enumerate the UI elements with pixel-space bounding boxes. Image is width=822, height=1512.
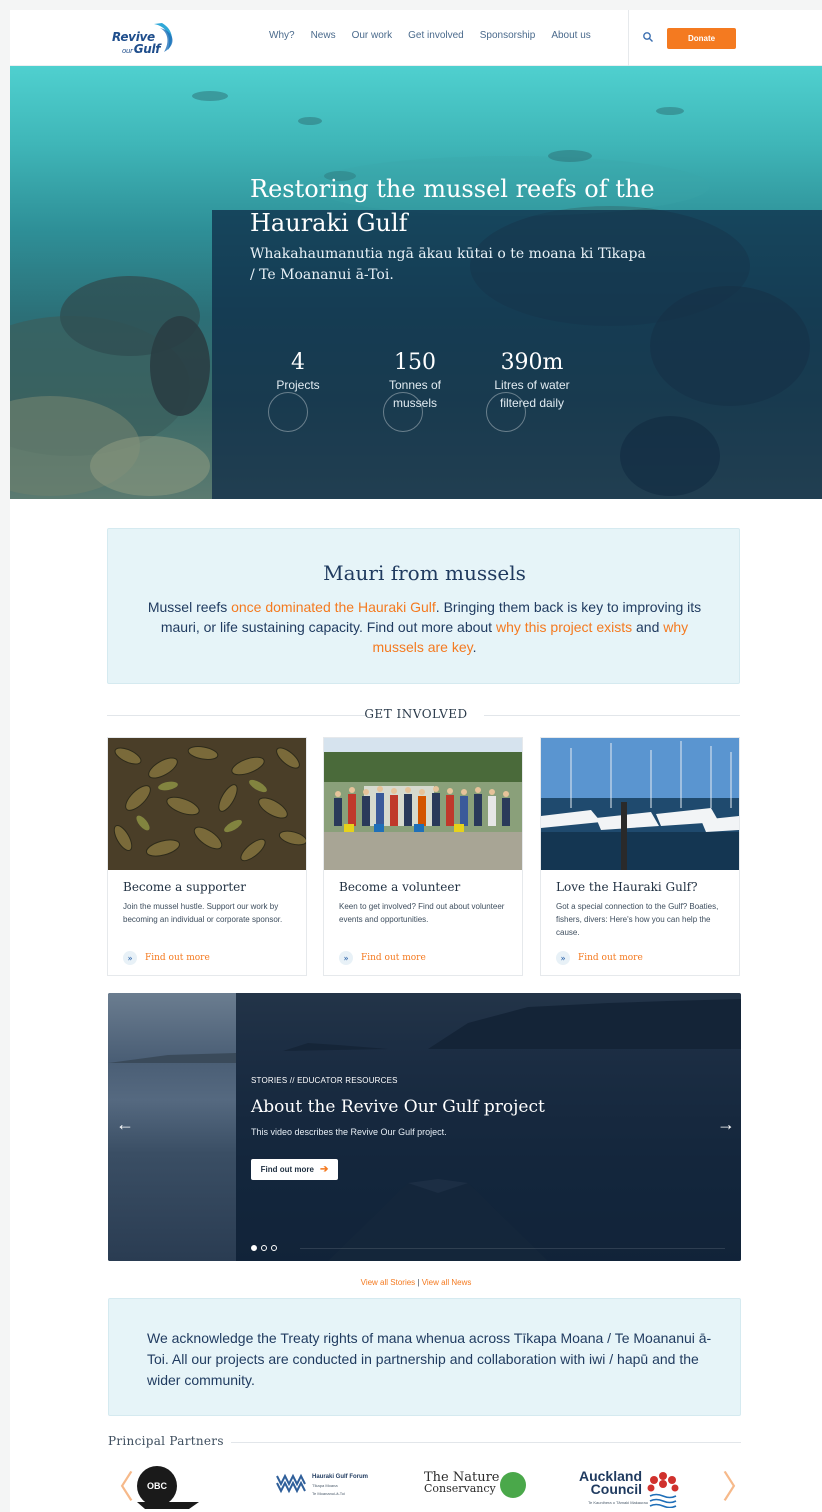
site-header: Revive ourGulf Why? News Our work Get in… [10,10,822,66]
card-love-gulf-title: Love the Hauraki Gulf? [556,880,698,894]
stat-tonnes-label: Tonnes of mussels [388,378,442,410]
link-once-dominated[interactable]: once dominated the Hauraki Gulf [231,599,436,615]
pohutukawa-icon [647,1472,679,1508]
nav-our-work[interactable]: Our work [352,30,393,41]
card-love-gulf-text: Got a special connection to the Gulf? Bo… [556,902,719,937]
auckland-council-logo[interactable]: Auckland Council Te Kaunihera o Tāmaki M… [578,1464,688,1510]
tnc-line2: Conservancy [424,1482,496,1495]
mauri-text-1: Mussel reefs [147,599,232,615]
stat-tonnes: 150 Tonnes of mussels [375,350,455,412]
nav-why[interactable]: Why? [269,30,295,41]
view-all-links: View all Stories | View all News [10,1278,822,1287]
story-title: About the Revive Our Gulf project [251,1097,545,1117]
nav-get-involved[interactable]: Get involved [408,30,464,41]
card-love-gulf-link[interactable]: » Find out more [556,951,643,965]
double-chevron-icon: » [123,951,137,965]
slider-dots [251,1245,277,1251]
card-supporter-link[interactable]: » Find out more [123,951,210,965]
story-find-out-more-button[interactable]: Find out more ➔ [251,1159,338,1180]
header-divider [628,10,629,66]
ac-name: Auckland Council [578,1469,642,1497]
obc-logo[interactable]: OBC [135,1464,201,1510]
partners-prev-arrow[interactable]: 〈 [102,1462,134,1508]
slider-dot-2[interactable] [261,1245,267,1251]
card-love-gulf: Love the Hauraki Gulf? Got a special con… [540,737,740,976]
treaty-acknowledgement: We acknowledge the Treaty rights of mana… [108,1298,741,1416]
arrow-right-icon: ➔ [319,1164,329,1175]
stat-projects-label: Projects [276,378,320,392]
hero-subtitle: Whakahaumanutia ngā ākau kūtai o te moan… [250,246,646,283]
leaf-icon [500,1472,526,1498]
stat-litres-label: Litres of water filtered daily [494,378,570,410]
card-volunteer-link-label: Find out more [361,953,426,963]
partners-next-arrow[interactable]: 〉 [722,1462,754,1508]
card-supporter-link-label: Find out more [145,953,210,963]
volunteers-photo [324,738,522,870]
mauri-body: Mussel reefs once dominated the Hauraki … [138,597,711,657]
story-button-label: Find out more [260,1165,314,1174]
partners-rule [231,1442,741,1443]
hgf-sub1: Tīkapa Moana [312,1483,338,1488]
card-volunteer-link[interactable]: » Find out more [339,951,426,965]
waves-icon [276,1473,306,1494]
slider-prev-arrow[interactable]: ← [116,1114,134,1135]
card-volunteer: Become a volunteer Keen to get involved?… [323,737,523,976]
slider-next-arrow[interactable]: → [717,1114,735,1135]
card-supporter: Become a supporter Join the mussel hustl… [107,737,307,976]
stat-projects-value: 4 [291,350,305,375]
wave-icon [154,23,173,52]
revive-our-gulf-logo[interactable]: Revive ourGulf [112,20,182,58]
ac-sub: Te Kaunihera o Tāmaki Makaurau [588,1500,648,1505]
mussels-photo [108,738,306,870]
hgf-sub2: Te Moananui-ā-Toi [312,1491,345,1496]
stat-litres-value: 390m [500,350,564,375]
view-all-news-link[interactable]: View all News [422,1278,472,1287]
principal-partners-heading: Principal Partners [108,1434,224,1448]
stat-litres: 390m Litres of water filtered daily [482,350,582,412]
card-love-gulf-link-label: Find out more [578,953,643,963]
card-supporter-title: Become a supporter [123,880,246,894]
slider-dot-3[interactable] [271,1245,277,1251]
page: Revive ourGulf Why? News Our work Get in… [10,10,822,1512]
get-involved-heading: GET INVOLVED [364,707,468,721]
card-volunteer-text: Keen to get involved? Find out about vol… [339,902,505,924]
nav-sponsorship[interactable]: Sponsorship [480,30,536,41]
marina-photo [541,738,739,870]
search-icon[interactable] [642,31,654,43]
story-description: This video describes the Revive Our Gulf… [251,1127,447,1137]
hauraki-gulf-forum-logo[interactable]: Hauraki Gulf Forum Tīkapa Moana Te Moana… [276,1464,386,1510]
mauri-text-3: and [632,619,664,635]
ac-line2: Council [590,1481,642,1497]
mauri-section: Mauri from mussels Mussel reefs once dom… [107,528,740,684]
mauri-text-4: . [472,639,477,655]
card-volunteer-title: Become a volunteer [339,880,461,894]
boat-icon [137,1502,199,1509]
slider-dot-1[interactable] [251,1245,257,1251]
story-category: STORIES // EDUCATOR RESOURCES [251,1076,398,1085]
stat-projects: 4 Projects [268,350,328,394]
mauri-title: Mauri from mussels [323,561,526,585]
acknowledgement-text: We acknowledge the Treaty rights of mana… [147,1330,712,1388]
main-nav: Why? News Our work Get involved Sponsors… [269,30,607,41]
nav-news[interactable]: News [311,30,336,41]
hgf-name: Hauraki Gulf Forum [312,1474,369,1480]
donate-button[interactable]: Donate [667,28,736,49]
nav-about-us[interactable]: About us [551,30,590,41]
nature-conservancy-logo[interactable]: The Nature Conservancy [424,1464,534,1510]
card-supporter-text: Join the mussel hustle. Support our work… [123,902,283,924]
story-progress-rule [300,1248,725,1249]
projects-ring-icon [268,392,308,432]
stat-tonnes-value: 150 [394,350,436,375]
hero-title: Restoring the mussel reefs of the Haurak… [250,175,655,237]
logo-small: our [122,47,133,55]
tnc-text: The Nature Conservancy [424,1471,500,1495]
double-chevron-icon: » [339,951,353,965]
link-why-project-exists[interactable]: why this project exists [496,619,632,635]
double-chevron-icon: » [556,951,570,965]
view-all-stories-link[interactable]: View all Stories [361,1278,416,1287]
